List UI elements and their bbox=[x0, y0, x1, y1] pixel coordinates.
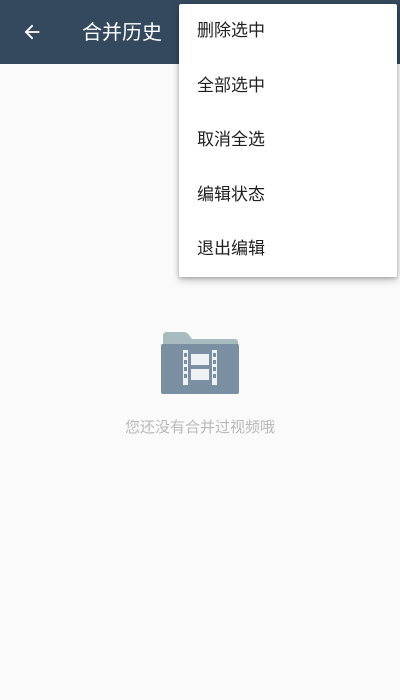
menu-item-edit-mode[interactable]: 编辑状态 bbox=[179, 168, 397, 223]
arrow-left-icon bbox=[24, 24, 40, 40]
menu-item-deselect-all[interactable]: 取消全选 bbox=[179, 113, 397, 168]
overflow-menu: 删除选中 全部选中 取消全选 编辑状态 退出编辑 bbox=[179, 4, 397, 277]
page-title: 合并历史 bbox=[82, 20, 162, 44]
empty-message: 您还没有合并过视频哦 bbox=[124, 418, 275, 436]
menu-item-delete-selected[interactable]: 删除选中 bbox=[179, 4, 397, 59]
menu-item-select-all[interactable]: 全部选中 bbox=[179, 59, 397, 114]
video-folder-icon bbox=[161, 332, 239, 394]
menu-item-exit-edit[interactable]: 退出编辑 bbox=[179, 222, 397, 277]
empty-state: 您还没有合并过视频哦 bbox=[0, 330, 400, 437]
back-button[interactable] bbox=[12, 12, 52, 52]
